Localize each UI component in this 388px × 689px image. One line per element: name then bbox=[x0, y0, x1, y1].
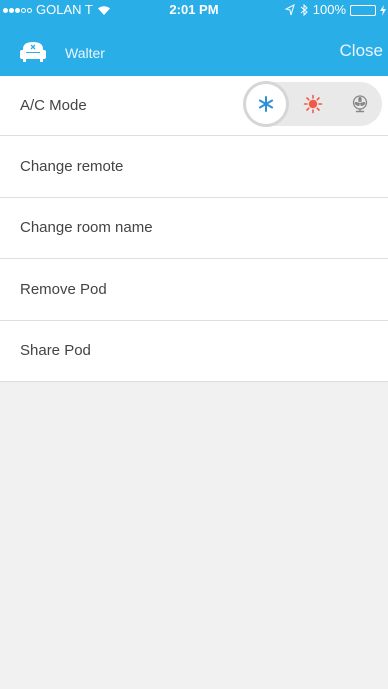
fan-icon bbox=[352, 95, 368, 113]
status-right: 100% bbox=[284, 0, 386, 20]
share-pod-label: Share Pod bbox=[20, 342, 91, 360]
heat-mode-button[interactable] bbox=[293, 84, 333, 124]
battery-percent: 100% bbox=[312, 2, 346, 17]
change-remote-row[interactable]: Change remote bbox=[0, 136, 388, 198]
cool-mode-button[interactable] bbox=[246, 84, 286, 124]
ac-mode-label: A/C Mode bbox=[20, 97, 87, 114]
location-arrow-icon bbox=[284, 4, 295, 16]
bluetooth-icon bbox=[300, 4, 308, 16]
battery-icon bbox=[350, 4, 376, 16]
snowflake-icon bbox=[258, 96, 274, 112]
sun-icon bbox=[303, 94, 323, 114]
app-header: GOLAN T 2:01 PM 100% Walter Close bbox=[0, 0, 388, 76]
remove-pod-row[interactable]: Remove Pod bbox=[0, 259, 388, 321]
ac-mode-row: A/C Mode bbox=[0, 76, 388, 136]
status-bar: GOLAN T 2:01 PM 100% bbox=[0, 0, 388, 20]
change-room-name-row[interactable]: Change room name bbox=[0, 198, 388, 259]
pod-sofa-icon bbox=[20, 42, 46, 62]
change-remote-label: Change remote bbox=[20, 157, 124, 175]
remove-pod-label: Remove Pod bbox=[20, 280, 107, 298]
settings-menu: A/C Mode Change remote Change room name … bbox=[0, 76, 388, 382]
nav-bar: Walter Close bbox=[0, 36, 388, 68]
share-pod-row[interactable]: Share Pod bbox=[0, 321, 388, 382]
change-room-name-label: Change room name bbox=[20, 219, 153, 237]
fan-mode-button[interactable] bbox=[340, 84, 380, 124]
room-title: Walter bbox=[65, 45, 105, 61]
charging-bolt-icon bbox=[380, 4, 386, 16]
close-button[interactable]: Close bbox=[340, 41, 383, 61]
ac-mode-toggle bbox=[244, 82, 382, 126]
